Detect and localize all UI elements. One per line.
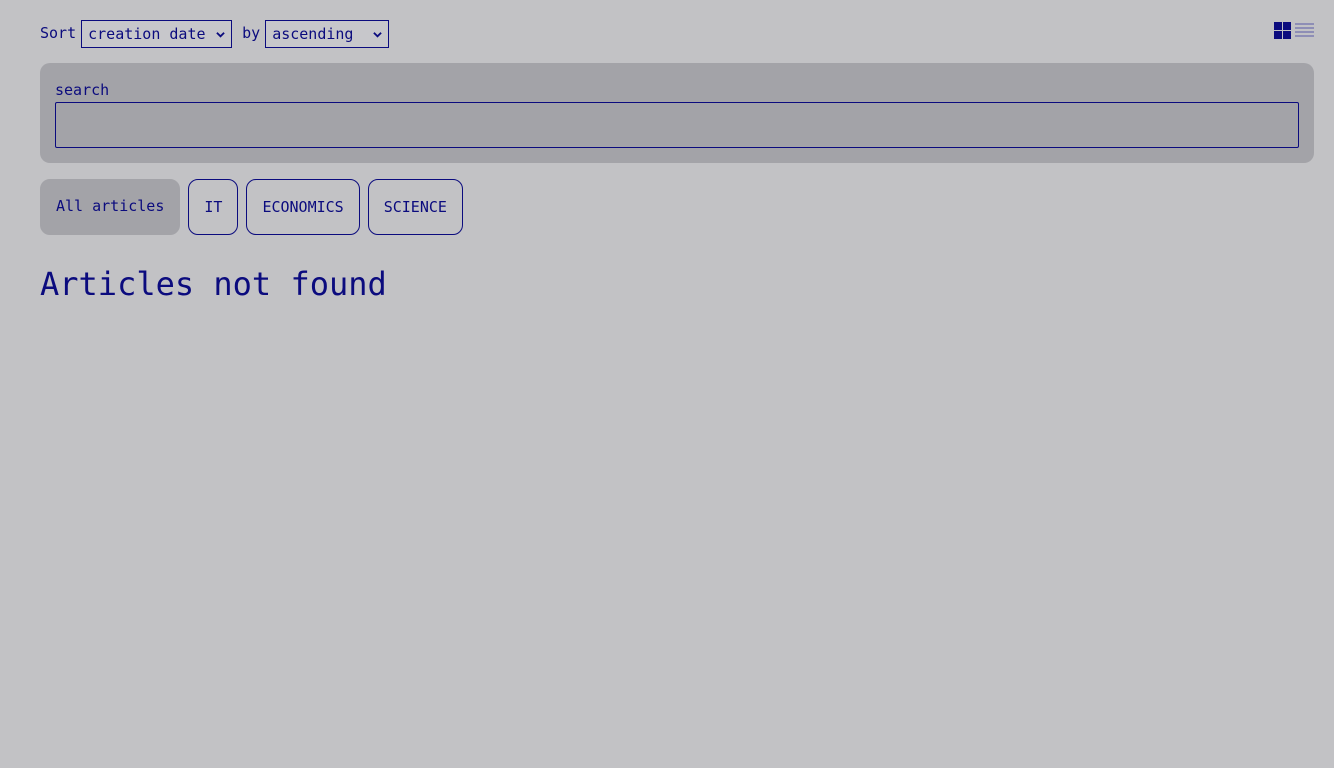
search-input[interactable] xyxy=(55,102,1299,148)
sort-order-select[interactable]: ascending xyxy=(265,20,390,48)
category-filter: All articles IT ECONOMICS SCIENCE xyxy=(40,179,463,235)
top-bar: Sort creation date by ascending xyxy=(40,20,1314,48)
sort-field-select[interactable]: creation date xyxy=(81,20,233,48)
page: Sort creation date by ascending search A… xyxy=(0,0,1334,768)
search-panel: search xyxy=(40,63,1314,163)
sort-controls: Sort creation date by ascending xyxy=(40,20,390,48)
search-label: search xyxy=(55,81,110,99)
category-it[interactable]: IT xyxy=(188,179,239,235)
sort-field-value: creation date xyxy=(88,25,206,43)
list-view-icon[interactable] xyxy=(1295,22,1314,40)
sort-label: Sort xyxy=(40,24,77,42)
category-all-articles[interactable]: All articles xyxy=(40,179,181,235)
category-economics[interactable]: ECONOMICS xyxy=(246,179,360,235)
sort-order-value: ascending xyxy=(272,25,354,43)
chevron-down-icon xyxy=(373,32,382,38)
grid-view-icon[interactable] xyxy=(1274,22,1293,40)
empty-state-message: Articles not found xyxy=(40,265,387,303)
view-toggle xyxy=(1274,22,1314,40)
chevron-down-icon xyxy=(216,32,225,38)
category-science[interactable]: SCIENCE xyxy=(367,179,463,235)
by-label: by xyxy=(242,24,261,42)
